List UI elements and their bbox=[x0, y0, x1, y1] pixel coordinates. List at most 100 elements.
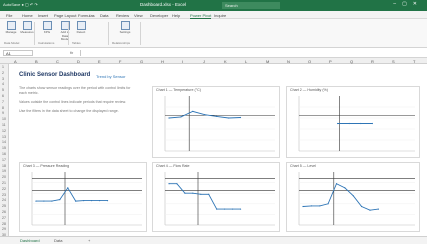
row-header[interactable]: 15 bbox=[2, 146, 6, 150]
add-to-data-model-button[interactable]: Add to Data Model bbox=[58, 21, 72, 42]
row-header[interactable]: 17 bbox=[2, 158, 6, 162]
row-header[interactable]: 27 bbox=[2, 216, 6, 220]
tab-power-pivot[interactable]: Power Pivot bbox=[190, 13, 212, 19]
data-point bbox=[67, 187, 69, 189]
column-header[interactable]: B bbox=[35, 59, 38, 64]
row-header[interactable]: 19 bbox=[2, 169, 6, 173]
data-point bbox=[228, 117, 230, 119]
data-point bbox=[216, 208, 218, 210]
chart-temperature[interactable]: Chart 1 — Temperature (°C) bbox=[152, 86, 280, 158]
column-header[interactable]: O bbox=[308, 59, 311, 64]
search-box[interactable]: Search bbox=[222, 2, 280, 9]
tab-view[interactable]: View bbox=[134, 13, 143, 18]
row-header[interactable]: 6 bbox=[2, 94, 4, 98]
tab-review[interactable]: Review bbox=[116, 13, 129, 18]
row-header[interactable]: 28 bbox=[2, 222, 6, 226]
column-header[interactable]: M bbox=[266, 59, 269, 64]
kpis-button[interactable]: KPIs bbox=[40, 21, 54, 35]
detect-button[interactable]: Detect bbox=[74, 21, 88, 35]
column-header[interactable]: T bbox=[413, 59, 415, 64]
tab-formulas[interactable]: Formulas bbox=[78, 13, 95, 18]
note-text: Use the filters in the data sheet to cha… bbox=[19, 109, 119, 113]
dashboard-notes: The charts show sensor readings over the… bbox=[19, 86, 139, 118]
column-header[interactable]: G bbox=[140, 59, 143, 64]
sheet-tab[interactable]: + bbox=[88, 238, 90, 243]
data-point bbox=[224, 208, 226, 210]
row-header[interactable]: 23 bbox=[2, 193, 6, 197]
row-header[interactable]: 21 bbox=[2, 181, 6, 185]
column-header[interactable]: Q bbox=[350, 59, 353, 64]
chart-plot bbox=[31, 172, 142, 226]
row-header[interactable]: 8 bbox=[2, 106, 4, 110]
column-header[interactable]: L bbox=[245, 59, 247, 64]
row-header[interactable]: 3 bbox=[2, 77, 4, 81]
tab-developer[interactable]: Developer bbox=[150, 13, 168, 18]
column-header[interactable]: J bbox=[203, 59, 205, 64]
name-box[interactable]: A1 bbox=[3, 50, 33, 56]
row-header[interactable]: 14 bbox=[2, 140, 6, 144]
column-header[interactable]: I bbox=[182, 59, 183, 64]
row-header[interactable]: 11 bbox=[2, 123, 6, 127]
chart-flow-rate[interactable]: Chart 4 — Flow Rate bbox=[152, 162, 280, 232]
row-header[interactable]: 20 bbox=[2, 175, 6, 179]
column-header[interactable]: H bbox=[161, 59, 164, 64]
quick-access-toolbar[interactable]: AutoSave ● ▢ ↶ ↷ bbox=[3, 2, 38, 7]
column-header[interactable]: S bbox=[392, 59, 395, 64]
row-header[interactable]: 5 bbox=[2, 88, 4, 92]
row-header[interactable]: 25 bbox=[2, 204, 6, 208]
tab-insert[interactable]: Insert bbox=[38, 13, 48, 18]
row-header[interactable]: 16 bbox=[2, 152, 6, 156]
dashboard-subtitle[interactable]: Trend by Sensor bbox=[96, 74, 125, 79]
data-point bbox=[43, 200, 45, 202]
data-point bbox=[51, 200, 53, 202]
column-header[interactable]: N bbox=[287, 59, 290, 64]
row-header[interactable]: 1 bbox=[2, 65, 4, 69]
row-header[interactable]: 7 bbox=[2, 100, 4, 104]
column-header[interactable]: A bbox=[14, 59, 17, 64]
row-header[interactable]: 12 bbox=[2, 129, 6, 133]
column-header[interactable]: R bbox=[371, 59, 374, 64]
data-point bbox=[35, 200, 37, 202]
tab-page-layout[interactable]: Page Layout bbox=[54, 13, 76, 18]
row-header[interactable]: 29 bbox=[2, 227, 6, 231]
column-header[interactable]: P bbox=[329, 59, 332, 64]
formula-input[interactable] bbox=[80, 50, 423, 56]
tab-data[interactable]: Data bbox=[100, 13, 108, 18]
data-point bbox=[348, 122, 350, 125]
column-header[interactable]: E bbox=[98, 59, 101, 64]
data-point bbox=[208, 193, 210, 195]
measures-button[interactable]: Measures bbox=[20, 21, 34, 35]
row-header[interactable]: 9 bbox=[2, 111, 4, 115]
column-header[interactable]: D bbox=[77, 59, 80, 64]
row-header[interactable]: 26 bbox=[2, 210, 6, 214]
row-header[interactable]: 2 bbox=[2, 71, 4, 75]
row-header[interactable]: 10 bbox=[2, 117, 6, 121]
column-header[interactable]: K bbox=[224, 59, 227, 64]
row-headers: 1 2 3 4 5 6 7 8 9 10 11 12 13 14 15 16 17 18 19 20 21 22 23 24 2… bbox=[0, 64, 9, 244]
fx-icon[interactable]: fx bbox=[70, 50, 73, 55]
column-header[interactable]: F bbox=[119, 59, 121, 64]
manage-button[interactable]: Manage bbox=[4, 21, 18, 35]
tab-inquire[interactable]: Inquire bbox=[214, 13, 226, 18]
ribbon: Manage Measures KPIs Add to Data Model Detec… bbox=[0, 19, 427, 48]
row-header[interactable]: 18 bbox=[2, 164, 6, 168]
row-header[interactable]: 4 bbox=[2, 82, 4, 86]
row-header[interactable]: 13 bbox=[2, 135, 6, 139]
measures-icon bbox=[22, 21, 32, 30]
data-point bbox=[344, 187, 346, 189]
column-header[interactable]: C bbox=[56, 59, 59, 64]
chart-humidity[interactable]: Chart 2 — Humidity (%) bbox=[286, 86, 420, 158]
tab-file[interactable]: File bbox=[6, 13, 12, 18]
row-header[interactable]: 22 bbox=[2, 187, 6, 191]
sheet-tab[interactable]: Data bbox=[54, 238, 62, 243]
chart-pressure[interactable]: Chart 3 — Pressure Reading bbox=[19, 162, 147, 232]
settings-button[interactable]: Settings bbox=[118, 21, 132, 35]
row-header[interactable]: 24 bbox=[2, 198, 6, 202]
sheet-tab[interactable]: Dashboard bbox=[20, 238, 40, 243]
chart-level[interactable]: Chart 5 — Level bbox=[286, 162, 420, 232]
ribbon-separator bbox=[140, 22, 141, 45]
tab-home[interactable]: Home bbox=[22, 13, 33, 18]
window-controls[interactable]: –▢✕ bbox=[393, 1, 423, 7]
ribbon-separator bbox=[34, 22, 35, 45]
tab-help[interactable]: Help bbox=[172, 13, 180, 18]
